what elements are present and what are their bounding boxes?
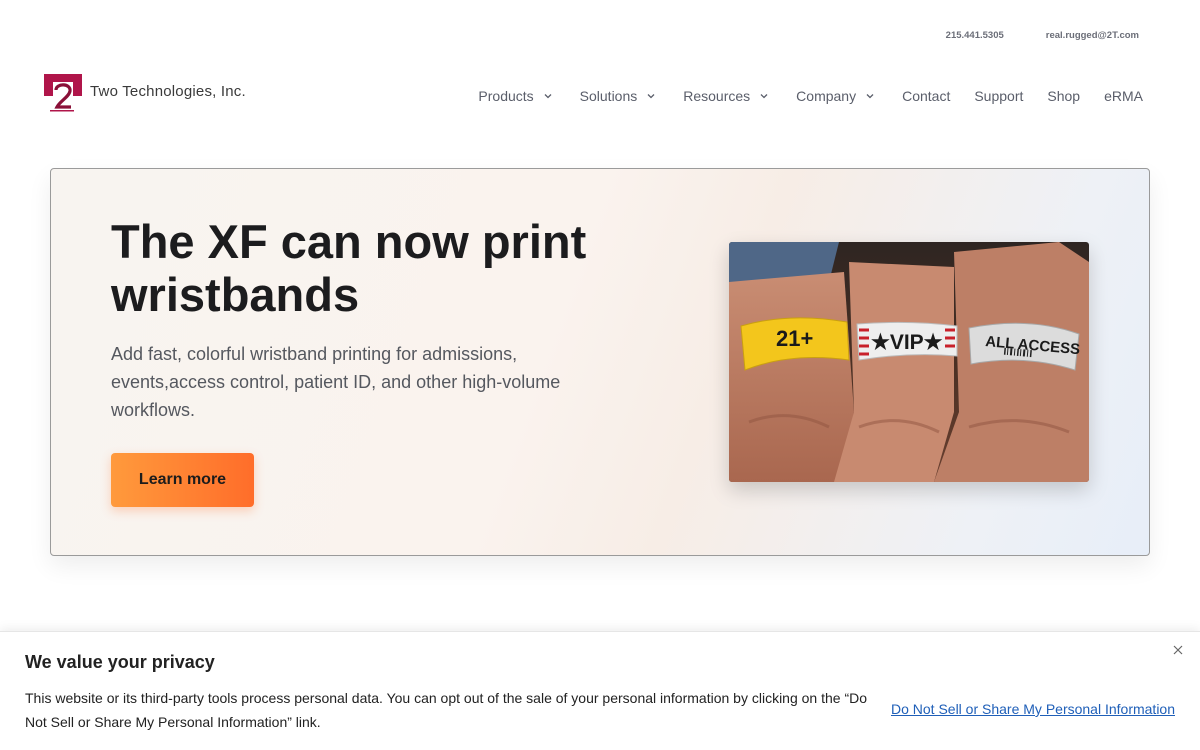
2t-logo-icon	[44, 74, 82, 112]
nav-resources-label: Resources	[683, 88, 751, 104]
hero-description: Add fast, colorful wristband printing fo…	[111, 344, 561, 420]
nav-products-label: Products	[478, 88, 534, 104]
nav-resources[interactable]: Resources	[683, 88, 768, 104]
chevron-down-icon	[760, 92, 768, 100]
privacy-text: This website or its third-party tools pr…	[25, 690, 868, 730]
privacy-banner: We value your privacy This website or it…	[0, 631, 1200, 750]
do-not-sell-link[interactable]: Do Not Sell or Share My Personal Informa…	[891, 701, 1175, 717]
wristbands-photo: 21+ ★VIP★ ALL ACCESS	[729, 242, 1089, 482]
nav-company-label: Company	[796, 88, 857, 104]
nav-company[interactable]: Company	[796, 88, 874, 104]
chevron-down-icon	[866, 92, 874, 100]
learn-more-button[interactable]: Learn more	[111, 453, 254, 507]
main-nav: Products Solutions Resources Company Con…	[478, 88, 1143, 104]
nav-erma[interactable]: eRMA	[1104, 88, 1143, 104]
chevron-down-icon	[544, 92, 552, 100]
close-icon[interactable]	[1170, 642, 1186, 658]
hero-title: The XF can now print wristbands	[111, 215, 587, 321]
hero-banner: The XF can now print wristbands Add fast…	[50, 168, 1150, 556]
site-logo[interactable]: Two Technologies, Inc.	[44, 74, 246, 112]
privacy-title: We value your privacy	[25, 652, 215, 672]
chevron-down-icon	[647, 92, 655, 100]
phone-link[interactable]: 215.441.5305	[946, 30, 1004, 41]
nav-products[interactable]: Products	[478, 88, 552, 104]
contact-bar: 215.441.5305 real.rugged@2T.com	[946, 30, 1139, 41]
nav-contact[interactable]: Contact	[902, 88, 950, 104]
nav-solutions-label: Solutions	[579, 88, 638, 104]
nav-shop[interactable]: Shop	[1047, 88, 1080, 104]
nav-solutions[interactable]: Solutions	[580, 88, 656, 104]
logo-text: Two Technologies, Inc.	[90, 82, 246, 100]
email-link[interactable]: real.rugged@2T.com	[1046, 30, 1139, 41]
band-21-label: 21+	[776, 326, 813, 351]
band-vip-label: ★VIP★	[871, 331, 943, 354]
nav-support[interactable]: Support	[974, 88, 1023, 104]
